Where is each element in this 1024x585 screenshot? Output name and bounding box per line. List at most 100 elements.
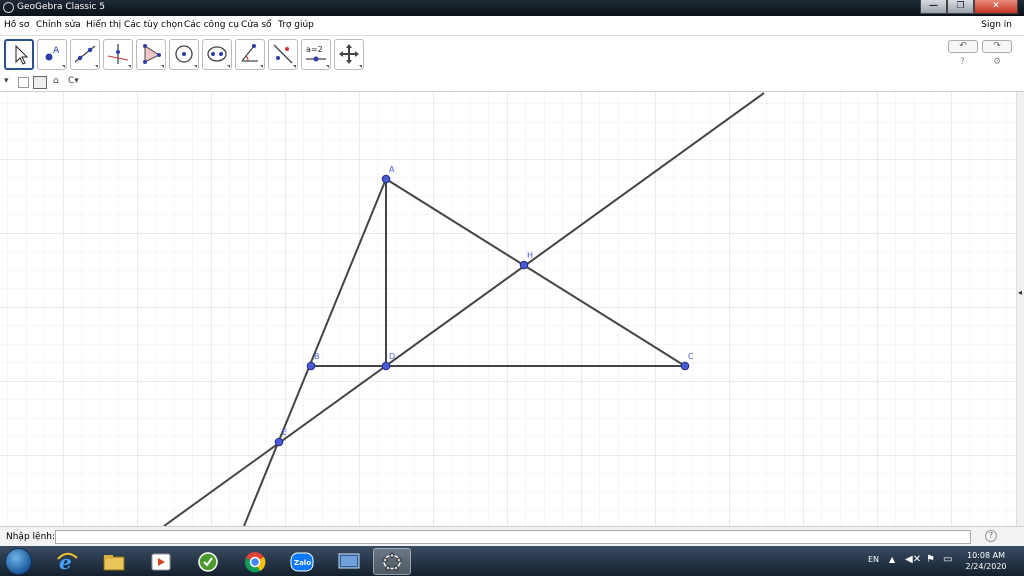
undo-button[interactable]: ↶: [948, 40, 978, 53]
circle-tool-icon: [175, 45, 193, 63]
circle-tool-button[interactable]: [169, 39, 199, 70]
tool-dropdown-icon: [326, 65, 329, 68]
input-bar-label: Nhập lệnh:: [6, 532, 56, 542]
move-tool-button[interactable]: [4, 39, 34, 70]
point-capturing-icon[interactable]: C▾: [68, 76, 79, 86]
geogebra-app-icon: [3, 2, 14, 13]
scroll-expand-icon[interactable]: ◂: [1018, 288, 1022, 297]
tool-dropdown-icon: [260, 65, 263, 68]
point-tool-icon: A: [45, 46, 60, 61]
settings-gear-icon[interactable]: ⚙: [993, 57, 1001, 67]
taskbar-ie[interactable]: e: [48, 548, 86, 575]
polygon-tool-button[interactable]: [136, 39, 166, 70]
taskbar-ccleaner[interactable]: [189, 548, 227, 575]
chrome-icon: [245, 551, 266, 572]
slider-tool-button[interactable]: a=2: [301, 39, 331, 70]
svg-text:A: A: [53, 46, 60, 56]
home-icon[interactable]: ⌂: [53, 76, 59, 86]
reflect-tool-button[interactable]: [268, 39, 298, 70]
sign-in-link[interactable]: Sign in: [981, 20, 1012, 30]
major-grid: [0, 92, 1016, 526]
point-label-b: B: [314, 352, 320, 361]
point-h[interactable]: [519, 260, 529, 270]
clock-time: 10:08 AM: [967, 551, 1005, 560]
windows-taskbar: e Zalo EN ▲ ◀✕ ⚑ ▭ 10:08 AM 2/24/2020: [0, 546, 1024, 576]
angle-tool-icon: [241, 44, 258, 62]
point-b[interactable]: [306, 361, 316, 371]
taskbar-media[interactable]: [142, 548, 180, 575]
slider-tool-label: a=2: [306, 45, 323, 54]
style-bar-toggle-icon[interactable]: ▾: [4, 76, 9, 86]
point-e[interactable]: [274, 437, 284, 447]
axes-toggle-icon[interactable]: [18, 77, 29, 88]
move-graphics-view-tool-button[interactable]: [334, 39, 364, 70]
clock-date: 2/24/2020: [965, 562, 1007, 571]
menu-bar: Hồ sơ Chỉnh sửa Hiển thị Các tùy chọn Cá…: [0, 16, 1024, 36]
perpendicular-line-tool-icon: [107, 44, 129, 64]
network-icon[interactable]: ▭: [943, 554, 952, 584]
language-indicator[interactable]: EN: [868, 555, 879, 585]
taskbar-clock[interactable]: 10:08 AM 2/24/2020: [960, 550, 1012, 572]
perpendicular-line-tool-button[interactable]: [103, 39, 133, 70]
line-tool-button[interactable]: [70, 39, 100, 70]
file-explorer-icon: [103, 554, 125, 570]
polygon-tool-icon: [143, 44, 161, 64]
action-center-flag-icon[interactable]: ⚑: [926, 554, 935, 584]
point-label-e: E: [282, 428, 287, 437]
taskbar-zalo[interactable]: Zalo: [283, 548, 321, 575]
show-hidden-icons-icon[interactable]: ▲: [889, 555, 895, 585]
start-button[interactable]: [5, 548, 32, 575]
command-input[interactable]: [55, 530, 971, 544]
style-bar: ▾ ⌂ C▾: [0, 74, 1024, 92]
menu-help[interactable]: Trợ giúp: [278, 20, 314, 30]
point-c[interactable]: [680, 361, 690, 371]
media-player-icon: [151, 553, 171, 570]
tool-dropdown-icon: [128, 65, 131, 68]
point-d[interactable]: [381, 361, 391, 371]
screen-icon: [338, 553, 360, 568]
tool-dropdown-icon: [227, 65, 230, 68]
taskbar-screen[interactable]: [330, 548, 368, 575]
point-label-h: H: [527, 251, 533, 260]
redo-button[interactable]: ↷: [982, 40, 1012, 53]
slider-tool-icon: a=2: [306, 45, 326, 62]
line-tool-icon: [74, 45, 96, 63]
menu-view[interactable]: Hiển thị: [86, 20, 121, 30]
point-tool-button[interactable]: A: [37, 39, 67, 70]
menu-edit[interactable]: Chỉnh sửa: [36, 20, 81, 30]
move-graphics-view-tool-icon: [339, 44, 359, 64]
minimize-button[interactable]: —: [920, 0, 947, 14]
window-controls: — ❐ ✕: [920, 0, 1018, 14]
grid-toggle-icon[interactable]: [33, 76, 47, 89]
help-icon[interactable]: ?: [960, 57, 965, 67]
title-bar: GeoGebra Classic 5 — ❐ ✕: [0, 0, 1024, 16]
graphics-view[interactable]: A B D C H E: [0, 92, 1016, 526]
taskbar-geogebra[interactable]: [373, 548, 411, 575]
tool-dropdown-icon: [194, 65, 197, 68]
menu-file[interactable]: Hồ sơ: [4, 20, 29, 30]
conic-tool-icon: [207, 46, 227, 62]
input-bar: Nhập lệnh: ?: [0, 526, 1024, 546]
angle-tool-button[interactable]: [235, 39, 265, 70]
reflect-tool-icon: [273, 44, 293, 64]
input-help-icon[interactable]: ?: [985, 530, 997, 542]
conic-tool-button[interactable]: [202, 39, 232, 70]
taskbar-chrome[interactable]: [236, 548, 274, 575]
menu-options[interactable]: Các tùy chọn: [124, 20, 183, 30]
menu-window[interactable]: Cửa sổ: [241, 20, 272, 30]
tool-bar: A a=2: [0, 36, 1024, 74]
menu-tools[interactable]: Các công cụ: [184, 20, 239, 30]
svg-text:Zalo: Zalo: [294, 559, 311, 567]
taskbar-explorer[interactable]: [95, 548, 133, 575]
tool-dropdown-icon: [293, 65, 296, 68]
tool-dropdown-icon: [62, 65, 65, 68]
volume-muted-icon[interactable]: ◀✕: [905, 554, 921, 584]
geogebra-icon: [382, 552, 402, 570]
cc-cleaner-icon: [198, 551, 218, 572]
close-button[interactable]: ✕: [974, 0, 1018, 14]
window-title: GeoGebra Classic 5: [17, 2, 106, 12]
tool-dropdown-icon: [359, 65, 362, 68]
maximize-button[interactable]: ❐: [947, 0, 974, 14]
point-a[interactable]: [381, 174, 391, 184]
vertical-scrollbar[interactable]: ◂: [1016, 92, 1024, 526]
